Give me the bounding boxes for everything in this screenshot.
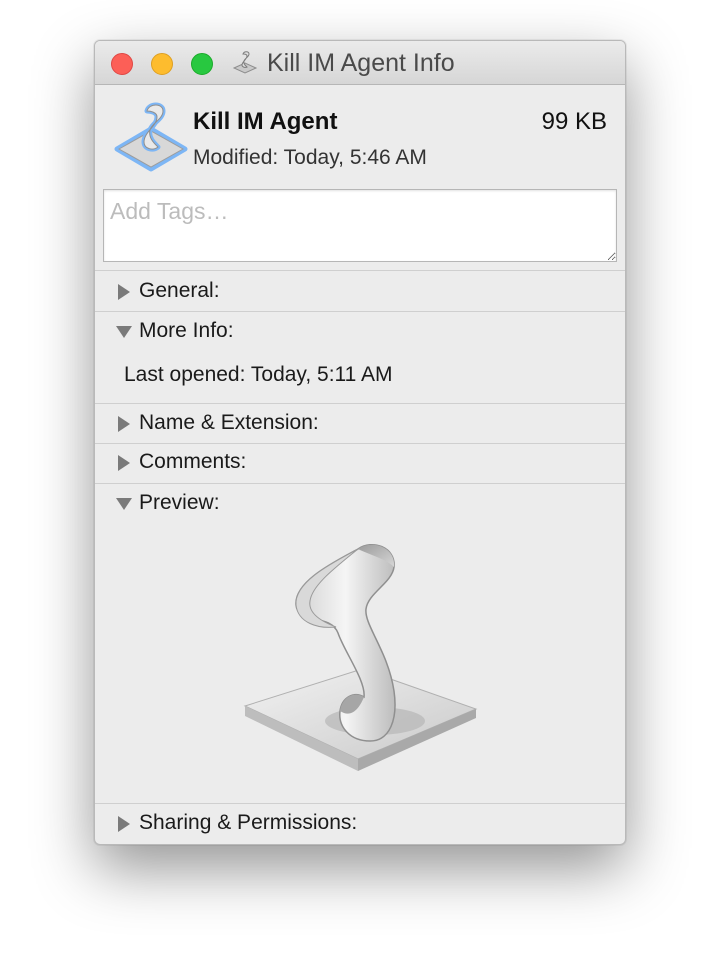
section-more-info-label: More Info: — [139, 319, 234, 342]
section-preview[interactable]: Preview: — [95, 487, 625, 525]
disclosure-triangle-down-icon[interactable] — [115, 323, 133, 341]
divider — [95, 483, 625, 484]
divider — [95, 443, 625, 444]
disclosure-triangle-right-icon[interactable] — [115, 815, 133, 833]
file-header: Kill IM Agent 99 KB Modified: Today, 5:4… — [95, 85, 625, 175]
divider — [95, 803, 625, 804]
window-title-group: Kill IM Agent Info — [231, 48, 455, 78]
section-sharing-permissions[interactable]: Sharing & Permissions: — [95, 807, 625, 844]
close-button[interactable] — [111, 53, 133, 75]
section-more-info[interactable]: More Info: — [95, 315, 625, 353]
section-comments[interactable]: Comments: — [95, 446, 625, 484]
section-name-extension[interactable]: Name & Extension: — [95, 407, 625, 445]
disclosure-triangle-down-icon[interactable] — [115, 495, 133, 513]
section-comments-label: Comments: — [139, 450, 247, 473]
section-preview-label: Preview: — [139, 491, 220, 514]
add-tags-field[interactable] — [103, 189, 617, 262]
script-app-icon — [114, 102, 188, 172]
zoom-button[interactable] — [191, 53, 213, 75]
last-opened: Last opened: Today, 5:11 AM — [124, 363, 393, 386]
info-window: Kill IM Agent Info Kill IM Agent 99 KB M… — [94, 40, 626, 845]
script-app-icon — [232, 51, 258, 74]
file-name: Kill IM Agent — [193, 108, 338, 135]
minimize-button[interactable] — [151, 53, 173, 75]
title-bar[interactable]: Kill IM Agent Info — [95, 41, 625, 85]
window-title: Kill IM Agent Info — [267, 48, 455, 77]
section-sharing-permissions-label: Sharing & Permissions: — [139, 811, 358, 834]
section-name-extension-label: Name & Extension: — [139, 411, 319, 434]
divider — [95, 403, 625, 404]
script-app-preview-icon — [243, 544, 478, 771]
disclosure-triangle-right-icon[interactable] — [115, 454, 133, 472]
divider — [95, 270, 625, 271]
file-size: 99 KB — [541, 108, 607, 135]
disclosure-triangle-right-icon[interactable] — [115, 283, 133, 301]
disclosure-triangle-right-icon[interactable] — [115, 415, 133, 433]
divider — [95, 311, 625, 312]
section-general-label: General: — [139, 279, 220, 302]
section-general[interactable]: General: — [95, 275, 625, 313]
modified-date: Modified: Today, 5:46 AM — [193, 146, 427, 169]
